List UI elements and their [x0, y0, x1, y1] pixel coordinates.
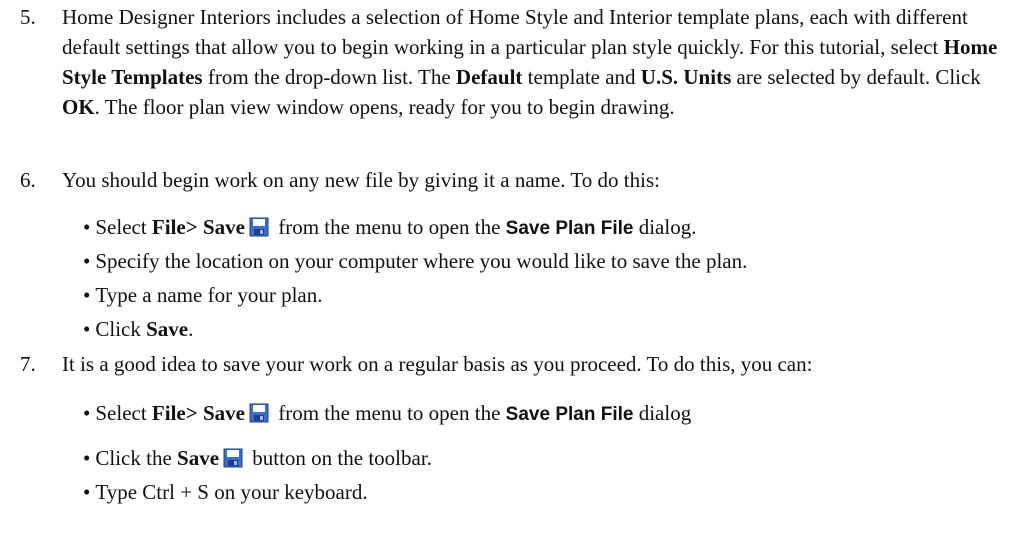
step-number: 5.	[20, 5, 36, 29]
text-run: . The floor plan view window opens, read…	[94, 95, 675, 119]
bullet: •	[83, 283, 91, 307]
menu-save: Save	[197, 401, 245, 425]
step-6-bullet-list: • Select File> Save from the menu to open…	[83, 212, 1013, 348]
bullet: •	[83, 317, 91, 341]
step-7-intro: It is a good idea to save your work on a…	[62, 352, 813, 376]
document-page: 5. Home Designer Interiors includes a se…	[0, 0, 1031, 545]
text-run: Type a name for your plan.	[95, 283, 323, 307]
text-run: from the drop-down list. The	[202, 65, 456, 89]
text-run: button on the toolbar.	[247, 446, 432, 470]
menu-file: File	[151, 215, 186, 239]
bold-run: OK	[62, 95, 95, 119]
list-item: • Type a name for your plan.	[83, 280, 1013, 314]
list-item: • Click Save.	[83, 314, 1013, 348]
bold-run: Save	[177, 446, 220, 470]
menu-separator: >	[185, 401, 198, 425]
step-7-bullet-list: • Select File> Save from the menu to open…	[83, 398, 1013, 511]
bullet: •	[83, 480, 91, 504]
dialog-name: Save Plan File	[505, 404, 634, 425]
list-item: • Select File> Save from the menu to open…	[83, 212, 1013, 246]
text-run: Select	[95, 401, 152, 425]
step-number: 7.	[20, 352, 36, 376]
dialog-name: Save Plan File	[505, 218, 634, 239]
bullet: •	[83, 215, 91, 239]
step-6-intro: You should begin work on any new file by…	[62, 168, 660, 192]
text-run: Click the	[95, 446, 178, 470]
text-run: from the menu to open the	[272, 215, 506, 239]
floppy-disk-save-icon	[223, 448, 243, 468]
text-run: are selected by default. Click	[731, 65, 981, 89]
text-run: dialog.	[633, 215, 697, 239]
text-run: from the menu to open the	[272, 401, 506, 425]
bold-run: Save	[146, 317, 189, 341]
text-run: .	[188, 317, 194, 341]
text-run: Specify the location on your computer wh…	[95, 249, 748, 273]
menu-file: File	[151, 401, 186, 425]
bullet: •	[83, 249, 91, 273]
text-run: template and	[522, 65, 641, 89]
text-run: Type Ctrl + S on your keyboard.	[95, 480, 368, 504]
menu-save: Save	[197, 215, 245, 239]
list-item: • Click the Save button on the toolbar.	[83, 443, 1013, 477]
text-run: Click	[95, 317, 147, 341]
floppy-disk-save-icon	[249, 217, 269, 237]
floppy-disk-save-icon	[249, 403, 269, 423]
list-item: • Type Ctrl + S on your keyboard.	[83, 477, 1013, 511]
list-item: • Specify the location on your computer w…	[83, 246, 1013, 280]
bold-run: Default	[455, 65, 523, 89]
bold-run: U.S. Units	[640, 65, 732, 89]
text-run: Home Designer Interiors includes a selec…	[62, 5, 968, 59]
step-number: 6.	[20, 168, 36, 192]
text-run: dialog	[633, 401, 692, 425]
menu-separator: >	[185, 215, 198, 239]
bullet: •	[83, 401, 91, 425]
bullet: •	[83, 446, 91, 470]
text-run: Select	[95, 215, 152, 239]
list-item: • Select File> Save from the menu to open…	[83, 398, 1013, 443]
step-5-text: Home Designer Interiors includes a selec…	[62, 2, 1007, 122]
